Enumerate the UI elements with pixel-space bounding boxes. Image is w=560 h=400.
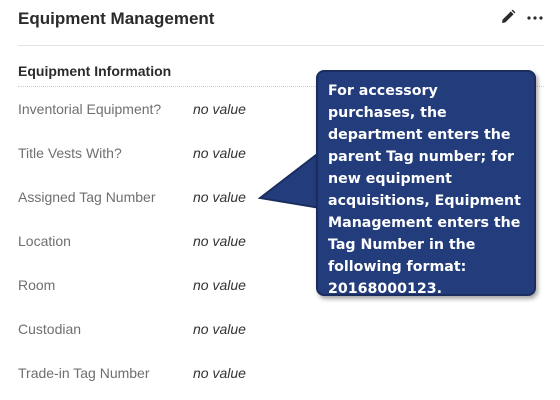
equipment-management-panel: Equipment Management Equipment Informati…	[0, 0, 560, 400]
field-label: Title Vests With?	[18, 145, 122, 161]
field-label: Inventorial Equipment?	[18, 101, 162, 117]
field-row-custodian: Custodian no value	[18, 321, 318, 341]
field-row-location: Location no value	[18, 233, 318, 253]
callout-annotation: For accessory purchases, the department …	[316, 70, 536, 297]
field-label: Trade-in Tag Number	[18, 365, 150, 381]
pencil-icon[interactable]	[500, 9, 516, 25]
field-row-inventorial-equipment: Inventorial Equipment? no value	[18, 101, 318, 121]
header-actions	[500, 9, 544, 25]
panel-title: Equipment Management	[18, 9, 215, 28]
field-value: no value	[193, 321, 246, 337]
field-row-trade-in-tag-number: Trade-in Tag Number no value	[18, 365, 318, 385]
panel-header: Equipment Management	[18, 9, 544, 31]
field-value: no value	[193, 189, 246, 205]
field-label: Assigned Tag Number	[18, 189, 156, 205]
field-label: Location	[18, 233, 71, 249]
field-label: Custodian	[18, 321, 82, 337]
field-value: no value	[193, 277, 246, 293]
field-row-room: Room no value	[18, 277, 318, 297]
field-value: no value	[193, 101, 246, 117]
field-value: no value	[193, 365, 246, 381]
header-divider	[18, 45, 544, 46]
callout-pointer	[258, 150, 321, 210]
field-label: Room	[18, 277, 56, 293]
ellipsis-icon[interactable]	[526, 9, 544, 25]
field-value: no value	[193, 145, 246, 161]
field-value: no value	[193, 233, 246, 249]
section-title: Equipment Information	[18, 63, 172, 79]
